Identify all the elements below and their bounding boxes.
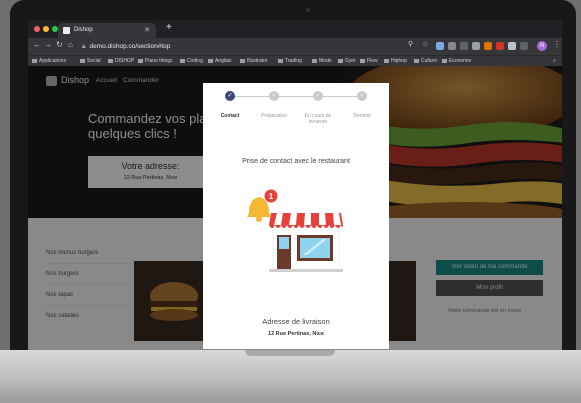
star-icon[interactable]: ☆	[422, 40, 428, 48]
delivery-address-title: Adresse de livraison	[262, 317, 330, 326]
order-tracking-modal: ✓ ✓ ✓ ✓ Contact Préparation En cours de …	[203, 83, 389, 349]
bookmark-item[interactable]: Flow	[360, 56, 378, 66]
browser-tabbar: Dishop ✕ +	[28, 20, 562, 38]
camera	[306, 8, 310, 12]
folder-icon	[80, 58, 85, 63]
bookmarks-bar: Applications Social DISHOP Piano things …	[28, 55, 562, 66]
folder-icon	[240, 58, 245, 63]
screen: Dishop ✕ + ← → ↻ ⌂ 🔒︎ demo.dishop.co/sect…	[28, 20, 562, 356]
step-indicator-delivery: ✓	[313, 91, 323, 101]
browser-toolbar: ← → ↻ ⌂ 🔒︎ demo.dishop.co/section#top ⚲ ☆…	[28, 38, 562, 55]
step-label-delivery: En cours de livraison	[304, 113, 332, 125]
home-icon[interactable]: ⌂	[68, 40, 73, 49]
bookmark-item[interactable]: Anglais	[208, 56, 231, 66]
tab-title: Dishop	[74, 27, 93, 33]
step-indicator-preparation: ✓	[269, 91, 279, 101]
tab-close-icon[interactable]: ✕	[144, 23, 150, 38]
bookmark-item[interactable]: Applications	[32, 56, 66, 66]
check-icon: ✓	[271, 93, 277, 99]
browser-tab[interactable]: Dishop ✕	[58, 23, 156, 38]
forward-arrow-icon[interactable]: →	[44, 40, 52, 49]
folder-icon	[338, 58, 343, 63]
bookmark-item[interactable]: Culture	[414, 56, 437, 66]
laptop-notch	[245, 350, 335, 356]
extension-icon[interactable]	[436, 42, 444, 50]
bookmark-item[interactable]: Social	[80, 56, 101, 66]
extension-icon[interactable]	[472, 42, 480, 50]
zoom-icon[interactable]: ⚲	[408, 40, 413, 48]
folder-icon	[384, 58, 389, 63]
folder-icon	[108, 58, 113, 63]
apps-grid-icon	[32, 58, 37, 63]
bookmark-item[interactable]: DISHOP	[108, 56, 134, 66]
lock-icon: 🔒︎	[82, 43, 86, 50]
url-text: demo.dishop.co/section#top	[89, 43, 171, 50]
progress-line	[230, 96, 362, 97]
step-label-contact: Contact	[220, 113, 240, 119]
check-icon: ✓	[359, 93, 365, 99]
bookmark-item[interactable]: Mode	[312, 56, 332, 66]
check-icon: ✓	[227, 93, 233, 99]
step-label-done: Terminé	[353, 113, 371, 119]
new-tab-button[interactable]: +	[166, 22, 172, 33]
address-bar[interactable]: 🔒︎ demo.dishop.co/section#top	[82, 40, 170, 53]
step-indicator-done: ✓	[357, 91, 367, 101]
folder-icon	[180, 58, 185, 63]
reload-icon[interactable]: ↻	[56, 40, 63, 49]
modal-status-title: Prise de contact avec le restaurant	[242, 158, 350, 165]
folder-icon	[208, 58, 213, 63]
check-icon: ✓	[315, 93, 321, 99]
bookmarks-overflow-icon[interactable]: »	[553, 56, 556, 66]
bookmark-item[interactable]: Gym	[338, 56, 356, 66]
profile-avatar[interactable]: N	[537, 41, 547, 51]
notification-count: 1	[269, 192, 274, 201]
bookmark-item[interactable]: Trading	[278, 56, 302, 66]
restaurant-illustration: 1	[247, 189, 343, 272]
step-indicator-contact: ✓	[225, 91, 235, 101]
delivery-address-value: 12 Rue Pertinax, Nice	[268, 331, 324, 337]
window-close-button[interactable]	[34, 26, 40, 32]
bookmark-item[interactable]: Hiphop	[384, 56, 407, 66]
step-label-preparation: Préparation	[261, 113, 287, 119]
laptop-base	[0, 350, 581, 403]
extension-icon[interactable]	[460, 42, 468, 50]
dishop-favicon-icon	[63, 27, 70, 34]
folder-icon	[278, 58, 283, 63]
bookmark-item[interactable]: Piano things	[138, 56, 173, 66]
browser-menu-icon[interactable]: ⋮	[553, 40, 561, 49]
extension-icon[interactable]	[496, 42, 504, 50]
bookmark-item[interactable]: Illustrator	[240, 56, 268, 66]
bookmark-item[interactable]: Economie	[442, 56, 471, 66]
folder-icon	[360, 58, 365, 63]
extension-icon[interactable]	[520, 42, 528, 50]
window-minimize-button[interactable]	[43, 26, 49, 32]
folder-icon	[312, 58, 317, 63]
extension-icon[interactable]	[448, 42, 456, 50]
folder-icon	[442, 58, 447, 63]
extension-icon[interactable]	[484, 42, 492, 50]
folder-icon	[138, 58, 143, 63]
bookmark-item[interactable]: Coding	[180, 56, 203, 66]
extension-icon[interactable]	[508, 42, 516, 50]
back-arrow-icon[interactable]: ←	[33, 40, 41, 49]
folder-icon	[414, 58, 419, 63]
